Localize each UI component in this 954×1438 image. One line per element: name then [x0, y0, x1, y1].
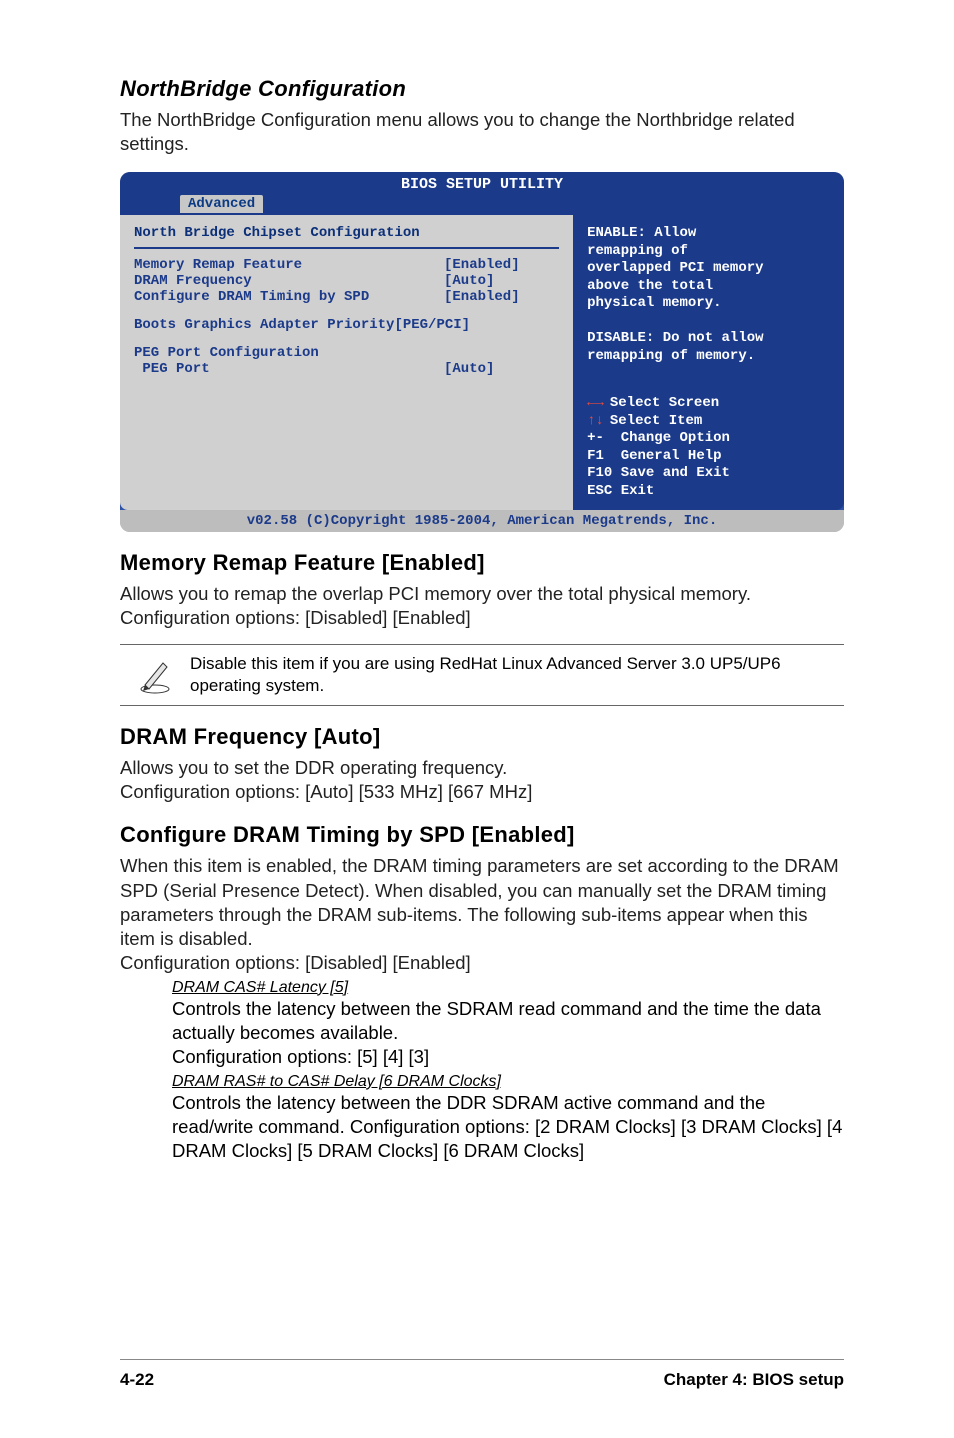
bios-tab-advanced[interactable]: Advanced — [180, 195, 263, 213]
heading-configure-spd: Configure DRAM Timing by SPD [Enabled] — [120, 822, 844, 848]
bios-left-header: North Bridge Chipset Configuration — [134, 225, 559, 241]
bios-row-value: [Auto] — [444, 361, 494, 377]
section-heading-northbridge: NorthBridge Configuration — [120, 76, 844, 102]
chapter-label: Chapter 4: BIOS setup — [664, 1370, 844, 1390]
bios-title-text: BIOS SETUP UTILITY — [401, 176, 563, 193]
bios-row-label: PEG Port — [134, 361, 444, 377]
body-cas-latency: Controls the latency between the SDRAM r… — [172, 997, 844, 1045]
arrow-left-right-icon — [587, 395, 610, 411]
cfg-cas-latency: Configuration options: [5] [4] [3] — [172, 1045, 844, 1069]
body-configure-spd: When this item is enabled, the DRAM timi… — [120, 854, 844, 950]
bios-peg-header: PEG Port Configuration — [134, 345, 559, 361]
page-number: 4-22 — [120, 1370, 154, 1390]
sub-heading-cas-latency: DRAM CAS# Latency [5] — [172, 979, 844, 997]
body-ras-cas-delay: Controls the latency between the DDR SDR… — [172, 1091, 844, 1163]
page-footer: 4-22 Chapter 4: BIOS setup — [120, 1359, 844, 1390]
note-text: Disable this item if you are using RedHa… — [190, 653, 844, 697]
bios-row-memory-remap[interactable]: Memory Remap Feature [Enabled] — [134, 257, 559, 273]
bios-right-panel: ENABLE: Allow remapping of overlapped PC… — [573, 215, 844, 510]
bios-row-dram-freq[interactable]: DRAM Frequency [Auto] — [134, 273, 559, 289]
heading-dram-frequency: DRAM Frequency [Auto] — [120, 724, 844, 750]
bios-row-label: DRAM Frequency — [134, 273, 444, 289]
bios-copyright-footer: v02.58 (C)Copyright 1985-2004, American … — [120, 510, 844, 532]
note-pencil-icon — [120, 653, 190, 695]
bios-row-label: Memory Remap Feature — [134, 257, 444, 273]
bios-title-bar: BIOS SETUP UTILITY Advanced — [120, 172, 844, 215]
bios-utility-box: BIOS SETUP UTILITY Advanced North Bridge… — [120, 172, 844, 532]
bios-row-dram-spd[interactable]: Configure DRAM Timing by SPD [Enabled] — [134, 289, 559, 305]
bios-left-panel: North Bridge Chipset Configuration Memor… — [120, 215, 573, 510]
sub-heading-ras-cas-delay: DRAM RAS# to CAS# Delay [6 DRAM Clocks] — [172, 1073, 844, 1091]
bios-row-peg-port[interactable]: PEG Port [Auto] — [134, 361, 559, 377]
bios-help-text: ENABLE: Allow remapping of overlapped PC… — [587, 225, 830, 365]
bios-row-value: [Enabled] — [444, 289, 520, 305]
body-dram-frequency2: Configuration options: [Auto] [533 MHz] … — [120, 780, 844, 804]
body-dram-frequency1: Allows you to set the DDR operating freq… — [120, 756, 844, 780]
heading-memory-remap: Memory Remap Feature [Enabled] — [120, 550, 844, 576]
bios-row-label: Configure DRAM Timing by SPD — [134, 289, 444, 305]
body-configure-spd-cfg: Configuration options: [Disabled] [Enabl… — [120, 951, 844, 975]
bios-row-value: [Enabled] — [444, 257, 520, 273]
bios-key-legend: Select Screen Select Item +- Change Opti… — [587, 395, 830, 500]
bios-row-value: [Auto] — [444, 273, 494, 289]
body-memory-remap: Allows you to remap the overlap PCI memo… — [120, 582, 844, 630]
section-body-northbridge: The NorthBridge Configuration menu allow… — [120, 108, 844, 156]
arrow-up-down-icon — [587, 413, 610, 429]
note-box: Disable this item if you are using RedHa… — [120, 644, 844, 706]
bios-row-boots-graphics[interactable]: Boots Graphics Adapter Priority[PEG/PCI] — [134, 317, 559, 333]
